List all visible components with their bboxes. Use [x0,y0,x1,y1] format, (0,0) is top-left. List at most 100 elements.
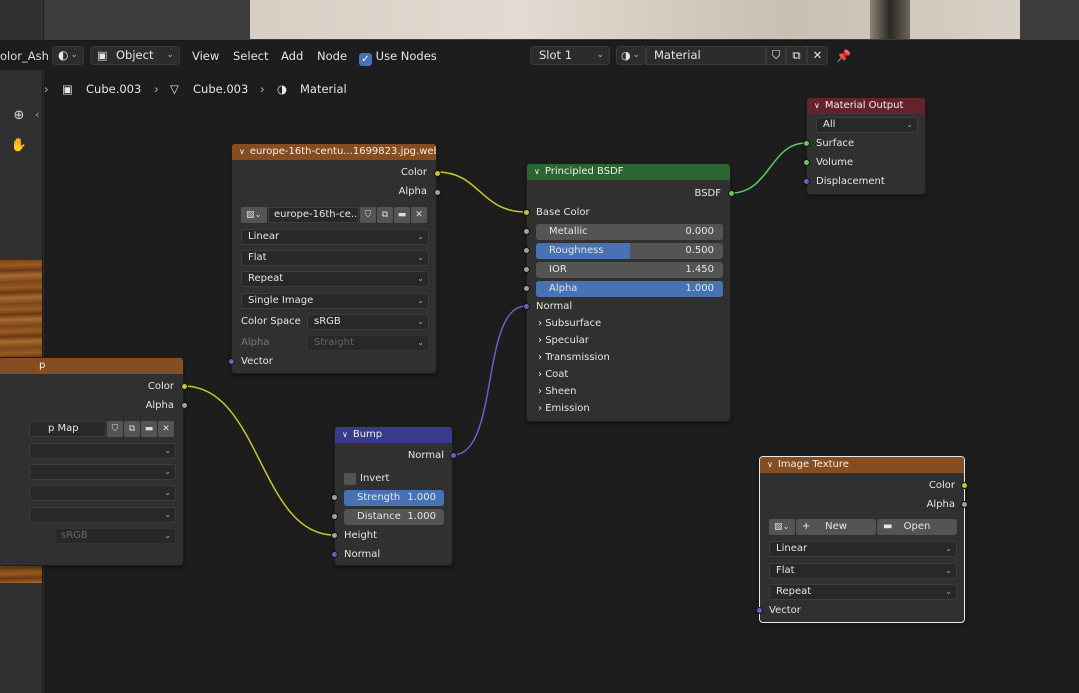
output-bsdf-socket[interactable] [728,190,735,197]
panel-coat[interactable]: › Coat [538,367,568,383]
input-metallic-socket[interactable] [523,228,530,235]
interpolation-dropdown[interactable]: ⌄ [29,443,176,459]
image-name-field[interactable]: p Map [29,421,106,437]
interpolation-dropdown[interactable]: Linear ⌄ [241,229,429,245]
checkbox-checked-icon[interactable]: ✓ [359,53,372,66]
link-color-to-height[interactable] [183,385,335,536]
3d-viewport-strip[interactable] [0,0,1079,40]
panel-emission[interactable]: › Emission [538,401,590,417]
image-texture-node-europe[interactable]: ∨ europe-16th-centu...1699823.jpg.webp Co… [228,143,441,374]
output-color-socket[interactable] [434,170,441,177]
fake-user-button[interactable]: ⛉ [360,207,376,223]
input-alpha-socket[interactable] [523,285,530,292]
input-ior-socket[interactable] [523,266,530,273]
input-normal-socket[interactable] [331,551,338,558]
input-roughness-socket[interactable] [523,247,530,254]
node-header[interactable]: p [0,358,183,374]
panel-sheen[interactable]: › Sheen [538,384,577,400]
distance-slider[interactable]: Distance 1.000 [344,509,444,525]
output-color-socket[interactable] [181,383,188,390]
input-normal-socket[interactable] [523,303,530,310]
image-name-field[interactable]: europe-16th-ce... [268,207,359,223]
fake-user-button[interactable]: ⛉ [766,46,786,65]
ior-slider[interactable]: IOR 1.450 [536,262,723,278]
input-volume-socket[interactable] [803,159,810,166]
menu-add[interactable]: Add [281,47,303,65]
input-vector-socket[interactable] [756,607,763,614]
unlink-image-button[interactable]: ✕ [158,421,174,437]
output-color-socket[interactable] [961,482,968,489]
input-displacement-socket[interactable] [803,178,810,185]
color-space-dropdown[interactable]: sRGB ⌄ [307,314,429,330]
input-distance-socket[interactable] [331,513,338,520]
output-normal-socket[interactable] [450,452,457,459]
node-header[interactable]: ∨ Principled BSDF [527,164,730,180]
open-image-button[interactable]: ▬ Open [877,519,957,535]
node-header[interactable]: ∨ Bump [335,427,452,443]
node-header[interactable]: ∨ europe-16th-centu...1699823.jpg.webp [232,144,436,160]
unlink-image-button[interactable]: ✕ [411,207,427,223]
panel-transmission[interactable]: › Transmission [538,350,610,366]
image-browse-button[interactable]: ▨⌄ [241,207,267,223]
image-texture-node-empty[interactable]: ∨ Image Texture Color Alpha ▨⌄ + New ▬ Op… [756,456,968,623]
link-bsdf-to-surface[interactable] [730,142,807,194]
chevron-down-icon[interactable]: ∨ [534,164,540,180]
panel-specular[interactable]: › Specular [538,333,589,349]
input-vector-socket[interactable] [228,358,235,365]
new-image-button[interactable]: + New [796,519,876,535]
projection-dropdown[interactable]: ⌄ [29,464,176,480]
metallic-slider[interactable]: Metallic 0.000 [536,224,723,240]
chevron-down-icon[interactable]: ∨ [814,98,820,114]
extension-dropdown[interactable]: ⌄ [29,485,176,501]
link-normal-to-normal[interactable] [452,305,527,456]
bump-node[interactable]: ∨ Bump Normal Invert Strength 1.000 Dista… [331,426,457,566]
output-alpha-socket[interactable] [434,189,441,196]
use-nodes-toggle[interactable]: ✓ Use Nodes [359,47,437,66]
projection-dropdown[interactable]: Flat ⌄ [241,250,429,266]
collapse-arrow-icon[interactable]: ‹ [35,108,39,121]
chevron-down-icon[interactable]: ∨ [239,144,245,160]
output-alpha-socket[interactable] [961,501,968,508]
pin-icon[interactable]: 📌 [836,47,851,65]
image-texture-node-bump-map[interactable]: p Color Alpha p Map ⛉ ⧉ ▬ ✕ ⌄ ⌄ ⌄ ⌄ sRGB… [0,357,188,566]
menu-node[interactable]: Node [317,47,347,65]
duplicate-image-button[interactable]: ⧉ [377,207,393,223]
editor-type-dropdown[interactable]: ◐ ⌄ [52,46,84,65]
hand-pan-icon[interactable]: ✋ [8,135,30,157]
input-strength-socket[interactable] [331,494,338,501]
duplicate-material-button[interactable]: ⧉ [786,46,807,65]
extension-dropdown[interactable]: Repeat ⌄ [241,271,429,287]
source-dropdown[interactable]: ⌄ [29,507,176,523]
alpha-slider[interactable]: Alpha 1.000 [536,281,723,297]
zoom-icon[interactable]: ⊕ [8,105,30,127]
fake-user-button[interactable]: ⛉ [107,421,123,437]
node-header[interactable]: ∨ Image Texture [760,457,964,473]
strength-slider[interactable]: Strength 1.000 [344,490,444,506]
projection-dropdown[interactable]: Flat ⌄ [769,563,957,579]
input-surface-socket[interactable] [803,140,810,147]
material-name-field[interactable]: Material [646,46,766,65]
node-header[interactable]: ∨ Material Output [807,98,925,114]
link-color-to-base-color[interactable] [436,171,527,213]
open-image-button[interactable]: ▬ [141,421,157,437]
menu-select[interactable]: Select [233,47,268,65]
object-mode-dropdown[interactable]: ▣ Object ⌄ [90,46,180,65]
material-output-node[interactable]: ∨ Material Output All ⌄ Surface Volume Dis… [803,97,926,195]
input-height-socket[interactable] [331,532,338,539]
panel-subsurface[interactable]: › Subsurface [538,316,601,332]
input-base-color-socket[interactable] [523,209,530,216]
target-dropdown[interactable]: All ⌄ [816,117,918,133]
interpolation-dropdown[interactable]: Linear ⌄ [769,541,957,557]
source-dropdown[interactable]: Single Image ⌄ [241,293,429,309]
menu-view[interactable]: View [192,47,219,65]
duplicate-image-button[interactable]: ⧉ [124,421,140,437]
roughness-slider[interactable]: Roughness 0.500 [536,243,723,259]
extension-dropdown[interactable]: Repeat ⌄ [769,584,957,600]
output-alpha-socket[interactable] [181,402,188,409]
chevron-down-icon[interactable]: ∨ [767,457,773,473]
principled-bsdf-node[interactable]: ∨ Principled BSDF BSDF Base Color Metalli… [523,163,735,422]
chevron-down-icon[interactable]: ∨ [342,427,348,443]
material-browse-button[interactable]: ◑ ⌄ [616,46,646,65]
slot-dropdown[interactable]: Slot 1 ⌄ [530,46,610,65]
image-browse-button[interactable]: ▨⌄ [769,519,795,535]
